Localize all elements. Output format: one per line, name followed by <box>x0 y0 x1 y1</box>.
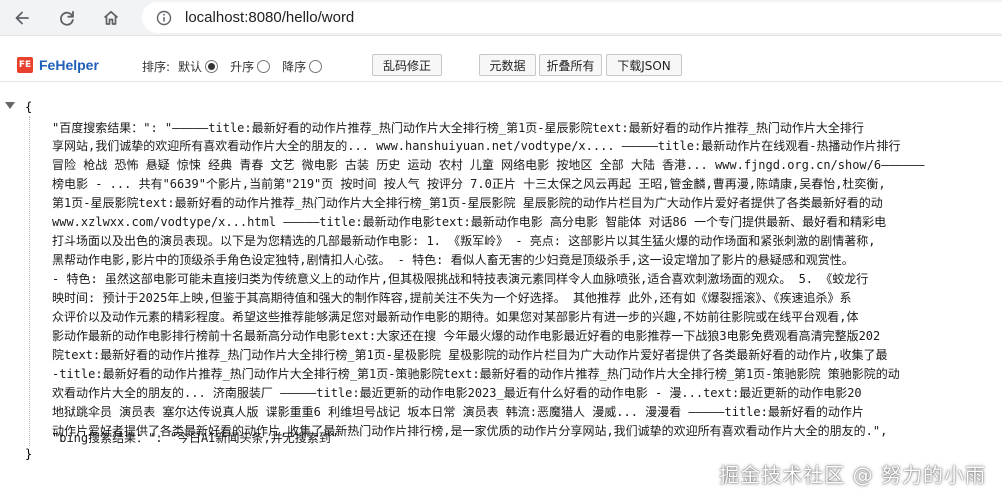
fehelper-title: FeHelper <box>39 57 99 73</box>
json-value-baidu-line: 冒险 枪战 恐怖 悬疑 惊悚 经典 青春 文艺 微电影 古装 历史 运动 农村 … <box>52 158 925 172</box>
json-value-baidu-line: 映时间: 预计于2025年上映,但鉴于其高期待值和强大的制作阵容,提前关注不失为… <box>52 291 852 305</box>
sort-default-label: 默认 <box>178 60 203 74</box>
json-entry-baidu: "百度搜索结果：": "—————title:最新好看的动作片推荐_热门动作片大… <box>52 119 864 137</box>
json-key-baidu: "百度搜索结果：": <box>52 121 158 135</box>
collapse-all-button[interactable]: 折叠所有 <box>539 54 602 76</box>
fehelper-brand: FE FeHelper <box>17 57 99 73</box>
sort-asc-label: 升序 <box>230 60 255 74</box>
browser-toolbar: localhost:8080/hello/word <box>0 0 1002 36</box>
url-text[interactable]: localhost:8080/hello/word <box>185 9 354 26</box>
sort-default-radio[interactable] <box>205 60 219 73</box>
sort-options: 排序: 默认 升序 降序 <box>142 58 332 75</box>
collapse-toggle-icon[interactable] <box>5 102 15 109</box>
json-value-baidu-line: 黑帮动作电影,影片中的顶级杀手角色设定独特,剧情扣人心弦。 - 特色: 看似人畜… <box>52 253 854 267</box>
json-entry-bing: "bing搜索结果：": "今日AI新闻头条,并无搜索到" <box>52 429 338 447</box>
json-value-baidu-line: 院text:最新好看的动作片推荐_热门动作片大全排行榜_第1页-星极影院 星极影… <box>52 348 888 362</box>
json-value-baidu-line: 榜电影 - ... 共有"6639"个影片,当前第"219"页 按时间 按人气 … <box>52 177 886 191</box>
site-info-icon[interactable] <box>156 10 172 26</box>
json-value-baidu-line: -title:最新好看的动作片推荐_热门动作片大全排行榜_第1页-策驰影院tex… <box>52 367 900 381</box>
reload-button[interactable] <box>53 4 81 32</box>
fehelper-toolbar: FE FeHelper 排序: 默认 升序 降序 乱码修正 元数据 折叠所有 下… <box>0 50 1002 82</box>
json-value-baidu-line: "—————title:最新好看的动作片推荐_热门动作片大全排行榜_第1页-星辰… <box>164 121 864 135</box>
json-value-bing: "今日AI新闻头条,并无搜索到" <box>169 431 338 445</box>
json-value-baidu-line: www.xzlwxx.com/vodtype/x...html —————tit… <box>52 215 887 229</box>
raw-data-button[interactable]: 元数据 <box>479 54 536 76</box>
sort-asc-radio[interactable] <box>257 60 271 73</box>
fehelper-logo-icon: FE <box>17 57 33 73</box>
watermark: 掘金技术社区 @ 努力的小雨 <box>719 463 986 487</box>
download-json-button[interactable]: 下载JSON <box>606 54 682 76</box>
sort-desc-label: 降序 <box>282 60 307 74</box>
home-button[interactable] <box>97 4 125 32</box>
address-bar[interactable]: localhost:8080/hello/word <box>142 2 1002 33</box>
sort-desc-radio[interactable] <box>309 60 323 73</box>
json-open-brace: { <box>25 100 33 114</box>
json-key-bing: "bing搜索结果：": <box>52 431 163 445</box>
reload-icon <box>60 10 74 26</box>
home-icon <box>103 10 119 25</box>
json-close-brace: } <box>25 447 33 461</box>
indent-guide <box>29 116 30 446</box>
json-value-baidu-line: 众评价以及动作元素的精彩程度。希望这些推荐能够满足您对最新动作电影的期待。如果您… <box>52 310 859 324</box>
json-value-baidu-line: 欢看动作片大全的朋友的... 济南服装厂 —————title:最近更新的动作电… <box>52 386 862 400</box>
arrow-left-icon <box>15 11 29 25</box>
json-value-baidu-line: 享网站,我们诚挚的欢迎所有喜欢看动作片大全的朋友的... www.hanshui… <box>52 139 901 153</box>
json-value-baidu-line: - 特色: 虽然这部电影可能未直接归类为传统意义上的动作片,但其极限挑战和特技表… <box>52 272 869 286</box>
json-value-baidu-line: 影动作最新的动作电影排行榜前十名最新高分动作电影text:大家还在搜 今年最火爆… <box>52 329 881 343</box>
json-value-baidu-line: 地狱跳伞员 演员表 塞尔达传说真人版 谍影重重6 利维坦号战记 坂本日常 演员表… <box>52 405 864 419</box>
back-button[interactable] <box>8 4 36 32</box>
sort-label: 排序: <box>142 60 171 74</box>
json-value-baidu-line: 打斗场面以及出色的演员表现。以下是为您精选的几部最新动作电影: 1. 《叛军岭》… <box>52 234 876 248</box>
fix-encoding-button[interactable]: 乱码修正 <box>372 54 442 76</box>
json-viewer: { "百度搜索结果：": "—————title:最新好看的动作片推荐_热门动作… <box>0 92 1002 504</box>
json-value-baidu-line: 第1页-星辰影院text:最新好看的动作片推荐_热门动作片大全排行榜_第1页-星… <box>52 196 883 210</box>
